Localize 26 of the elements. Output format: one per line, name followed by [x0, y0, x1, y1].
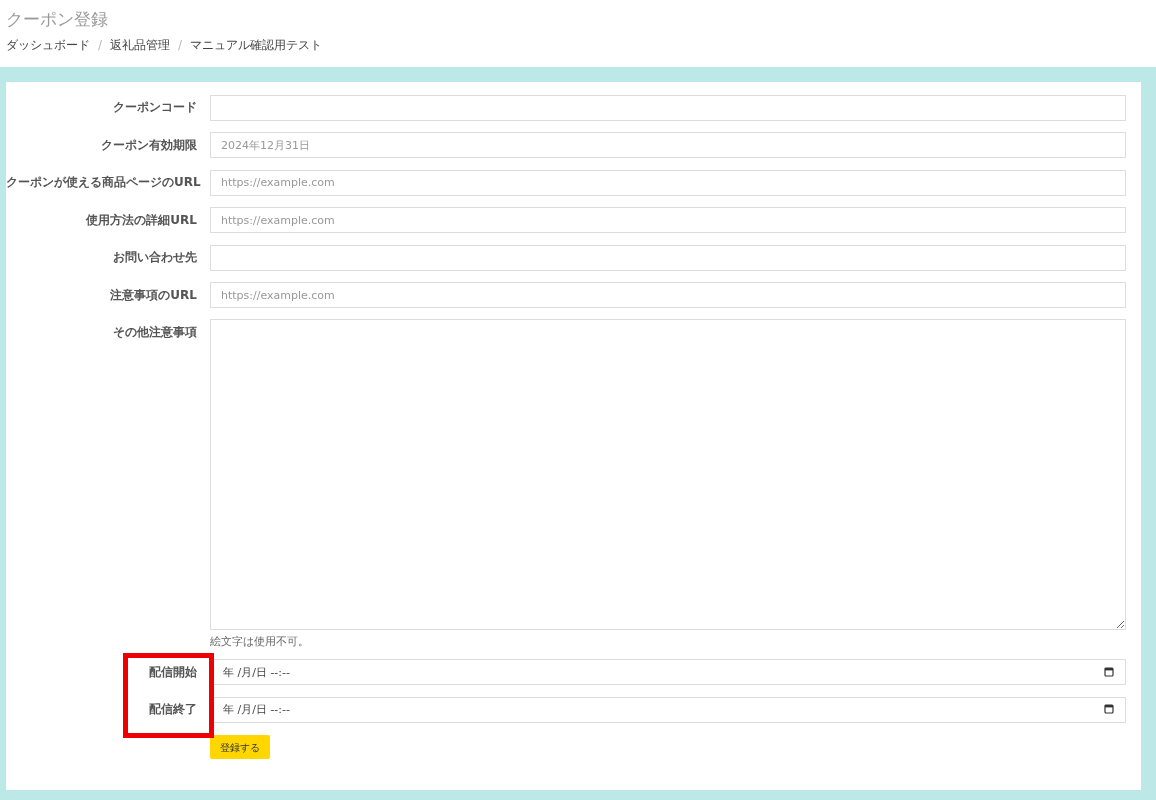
- field-label: 配信終了: [149, 702, 197, 716]
- text-field[interactable]: https://example.com: [210, 207, 1126, 233]
- text-field[interactable]: https://example.com: [210, 282, 1126, 308]
- field-label: クーポンが使える商品ページのURL: [6, 175, 201, 189]
- page-title: クーポン登録: [6, 8, 109, 31]
- field-hint: 絵文字は使用不可。: [210, 634, 310, 650]
- field-label: お問い合わせ先: [113, 250, 197, 264]
- field-label: クーポン有効期限: [101, 137, 197, 152]
- breadcrumb-separator: /: [178, 37, 183, 54]
- field-label: 注意事項のURL: [110, 287, 197, 302]
- field-label: 配信開始: [149, 664, 197, 679]
- breadcrumb-link[interactable]: ダッシュボード: [6, 36, 90, 54]
- field-label: その他注意事項: [113, 325, 197, 339]
- field-label: 使用方法の詳細URL: [86, 212, 197, 227]
- text-field[interactable]: [210, 94, 1126, 121]
- breadcrumb-current: マニュアル確認用テスト: [190, 37, 323, 54]
- submit-button[interactable]: 登録する: [210, 735, 270, 759]
- breadcrumb-separator: /: [98, 37, 103, 54]
- notes-textarea[interactable]: [210, 319, 1126, 630]
- text-field[interactable]: 2024年12月31日: [210, 132, 1126, 158]
- text-field[interactable]: [210, 244, 1126, 271]
- breadcrumb-link[interactable]: 返礼品管理: [110, 36, 171, 54]
- calendar-icon[interactable]: [1104, 704, 1114, 714]
- text-field[interactable]: https://example.com: [210, 169, 1126, 196]
- calendar-icon[interactable]: [1104, 666, 1114, 677]
- field-label: クーポンコード: [113, 100, 197, 114]
